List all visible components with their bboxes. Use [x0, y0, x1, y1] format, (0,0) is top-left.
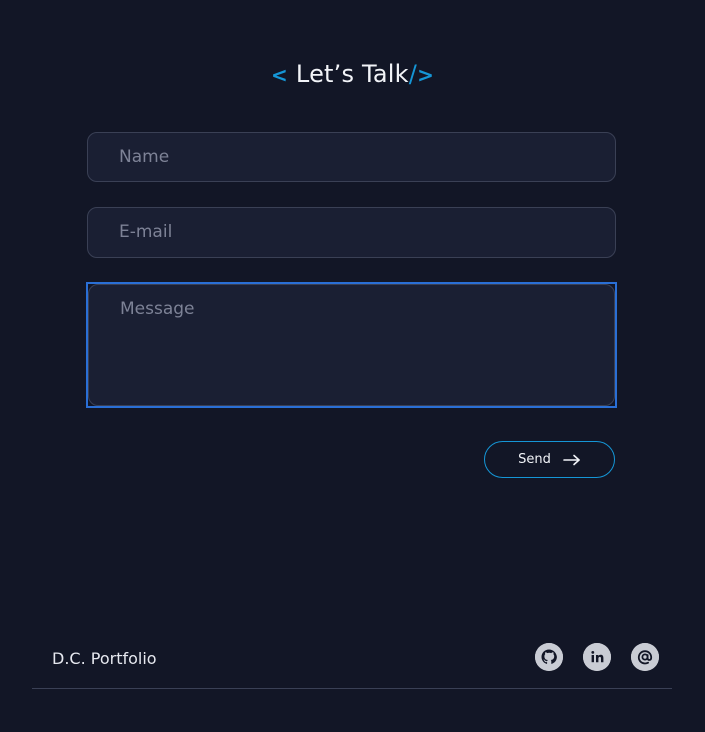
contact-page: < Let’s Talk/> Name E-mail Message Send D… [0, 0, 705, 732]
email-input[interactable]: E-mail [87, 207, 616, 258]
name-input[interactable]: Name [87, 132, 616, 182]
footer-brand: D.C. Portfolio [52, 649, 157, 668]
github-icon [535, 643, 563, 671]
message-textarea[interactable]: Message [88, 284, 615, 406]
title-text: Let’s Talk [295, 60, 409, 88]
footer-divider [32, 688, 672, 689]
github-link[interactable] [535, 643, 563, 671]
arrow-right-icon [563, 454, 580, 465]
email-placeholder: E-mail [119, 222, 173, 242]
message-placeholder: Message [120, 299, 195, 319]
name-placeholder: Name [119, 147, 170, 167]
email-icon [631, 643, 659, 671]
page-title: < Let’s Talk/> [0, 56, 705, 93]
send-label: Send [518, 452, 551, 467]
send-button[interactable]: Send [484, 441, 615, 478]
left-bracket-glyph: < [270, 63, 288, 87]
slash-glyph: / [408, 60, 418, 88]
social-links [535, 643, 659, 671]
linkedin-icon [583, 643, 611, 671]
message-focus-ring: Message [86, 282, 617, 408]
linkedin-link[interactable] [583, 643, 611, 671]
right-bracket-glyph: > [417, 63, 435, 87]
email-link[interactable] [631, 643, 659, 671]
